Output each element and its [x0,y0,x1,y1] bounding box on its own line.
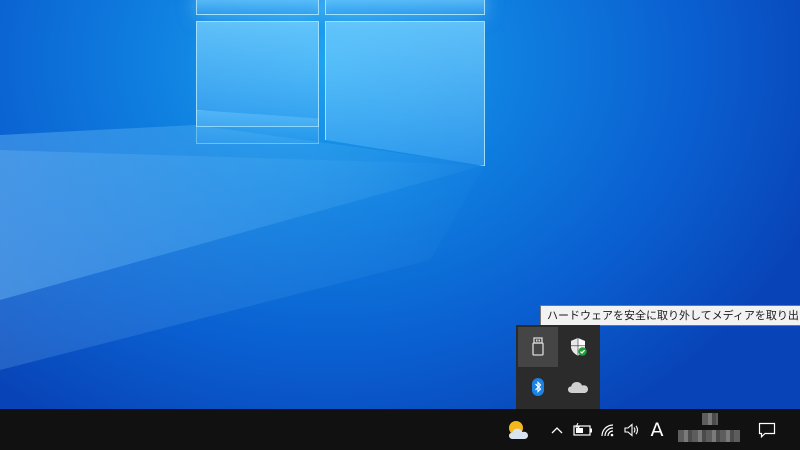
bluetooth-tray-button[interactable] [518,367,558,407]
battery-icon [573,422,592,436]
battery-button[interactable] [570,409,596,450]
network-button[interactable] [598,409,620,450]
tray-overflow-flyout [516,325,600,409]
windows-logo-pane [196,21,319,127]
onedrive-cloud-icon [568,382,588,393]
weather-partly-cloudy-icon [509,420,528,439]
onedrive-tray-button[interactable] [558,367,598,407]
wifi-icon [601,423,614,436]
clock-date-obscured [678,430,740,442]
clock-obscured[interactable] [676,411,742,447]
volume-button[interactable] [621,409,643,450]
usb-drive-icon [532,337,544,356]
windows-logo-pane [196,0,319,15]
desktop-background[interactable] [0,0,800,409]
clock-time-obscured [702,413,718,425]
tooltip: ハードウェアを安全に取り外してメディアを取り出す [540,305,800,326]
volume-icon [624,422,639,437]
notification-center-button[interactable] [752,409,782,450]
ime-mode-indicator[interactable]: A [646,409,668,450]
windows-logo-pane [325,0,485,15]
windows-security-shield-icon [571,338,587,356]
windows-security-tray-button[interactable] [558,327,598,367]
chevron-up-icon [551,426,563,433]
bluetooth-icon [532,378,544,396]
weather-widget-button[interactable] [503,409,535,450]
show-hidden-icons-button[interactable] [548,409,566,450]
usb-drive-tray-button[interactable] [518,327,558,367]
notification-center-icon [758,422,776,438]
